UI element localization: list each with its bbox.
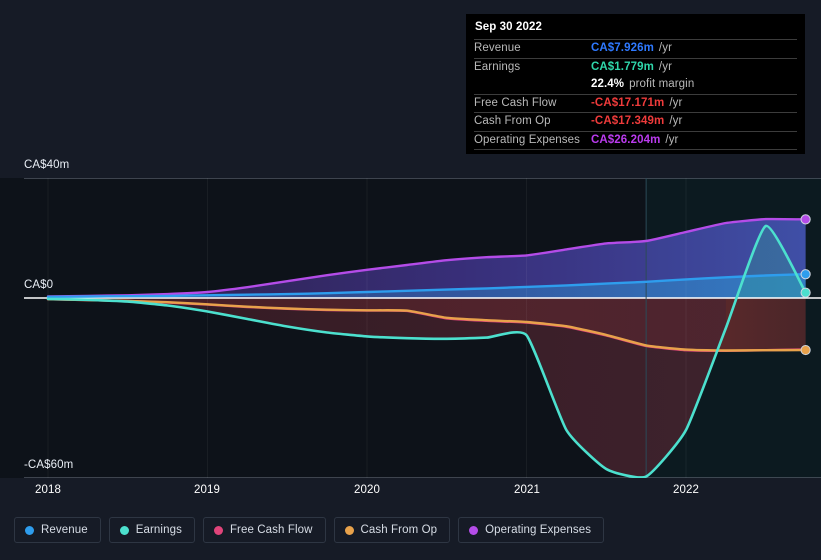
legend-color-dot bbox=[469, 525, 479, 535]
tooltip-row: Operating Expenses CA$26.204m/yr bbox=[474, 130, 797, 150]
tooltip-bottom-rule bbox=[474, 149, 797, 150]
tooltip-profit-margin-value: 22.4% profit margin bbox=[591, 78, 695, 90]
tooltip-row: Cash From Op -CA$17.349m/yr bbox=[474, 112, 797, 131]
tooltip-row-unit: /yr bbox=[665, 133, 679, 146]
legend-item-label: Cash From Op bbox=[360, 524, 438, 536]
tooltip-row-value: CA$7.926m/yr bbox=[591, 42, 672, 54]
y-axis-label-zero: CA$0 bbox=[24, 279, 54, 291]
legend-item-label: Revenue bbox=[41, 524, 88, 536]
tooltip-row-label: Cash From Op bbox=[474, 115, 551, 127]
tooltip-row-unit: /yr bbox=[658, 42, 672, 54]
legend-item-cash-from-op[interactable]: Cash From Op bbox=[333, 517, 451, 543]
tooltip-row-unit: /yr bbox=[658, 60, 672, 73]
legend-color-dot bbox=[25, 525, 34, 535]
tooltip-row: Revenue CA$7.926m/yr bbox=[474, 39, 797, 58]
tooltip-row-label: Operating Expenses bbox=[474, 133, 581, 146]
tooltip-row-label: Free Cash Flow bbox=[474, 96, 557, 109]
chart-tooltip: Sep 30 2022 Revenue CA$7.926m/yr Earnings C… bbox=[466, 14, 805, 154]
tooltip-row-label: Revenue bbox=[474, 42, 521, 54]
x-axis-tick-2021: 2021 bbox=[514, 484, 540, 496]
legend-item-free-cash-flow[interactable]: Free Cash Flow bbox=[202, 517, 326, 543]
endpoint-marker-cash-from-op[interactable] bbox=[800, 344, 811, 356]
legend-color-dot bbox=[344, 525, 354, 535]
x-axis-tick-2022: 2022 bbox=[673, 484, 699, 496]
tooltip-row: Earnings CA$1.779m/yr bbox=[474, 57, 797, 77]
tooltip-row: Free Cash Flow -CA$17.171m/yr bbox=[474, 93, 797, 113]
y-axis-label-bottom: -CA$60m bbox=[24, 459, 74, 471]
legend-color-dot bbox=[119, 525, 129, 535]
endpoint-marker-operating-expenses[interactable] bbox=[800, 214, 811, 225]
tooltip-row-unit: /yr bbox=[669, 96, 683, 109]
x-axis-tick-2019: 2019 bbox=[194, 484, 220, 496]
chart-legend[interactable]: Revenue Earnings Free Cash Flow Cash From O… bbox=[14, 517, 605, 543]
legend-color-dot bbox=[213, 525, 223, 535]
endpoint-marker-earnings[interactable] bbox=[800, 287, 811, 298]
tooltip-profit-margin-suffix: profit margin bbox=[629, 78, 695, 90]
tooltip-row-label: Earnings bbox=[474, 60, 521, 73]
y-axis-label-top: CA$40m bbox=[24, 159, 70, 171]
tooltip-profit-margin-row: 22.4% profit margin bbox=[474, 76, 797, 94]
legend-item-revenue[interactable]: Revenue bbox=[14, 517, 101, 543]
x-axis-tick-2018: 2018 bbox=[35, 484, 61, 496]
chart-plot-area[interactable] bbox=[0, 178, 821, 478]
legend-item-label: Operating Expenses bbox=[485, 524, 592, 536]
endpoint-marker-revenue[interactable] bbox=[800, 269, 811, 280]
x-axis-tick-2020: 2020 bbox=[354, 484, 380, 496]
financial-chart-widget: CA$40m CA$0 -CA$60m 2018 2019 2020 2021 2022… bbox=[0, 0, 821, 560]
legend-item-earnings[interactable]: Earnings bbox=[108, 517, 195, 543]
tooltip-row-unit: /yr bbox=[669, 115, 683, 127]
tooltip-row-value: -CA$17.349m/yr bbox=[591, 115, 683, 127]
tooltip-row-value: -CA$17.171m/yr bbox=[591, 96, 683, 109]
legend-item-label: Earnings bbox=[135, 524, 182, 536]
tooltip-rows: Revenue CA$7.926m/yr Earnings CA$1.779m/yr 2… bbox=[474, 39, 797, 150]
chart-svg bbox=[0, 178, 821, 478]
tooltip-date: Sep 30 2022 bbox=[475, 21, 542, 33]
tooltip-row-value: CA$26.204m/yr bbox=[591, 133, 679, 146]
tooltip-row-value: CA$1.779m/yr bbox=[591, 60, 672, 73]
legend-item-label: Free Cash Flow bbox=[229, 524, 313, 536]
legend-item-operating-expenses[interactable]: Operating Expenses bbox=[458, 517, 605, 543]
